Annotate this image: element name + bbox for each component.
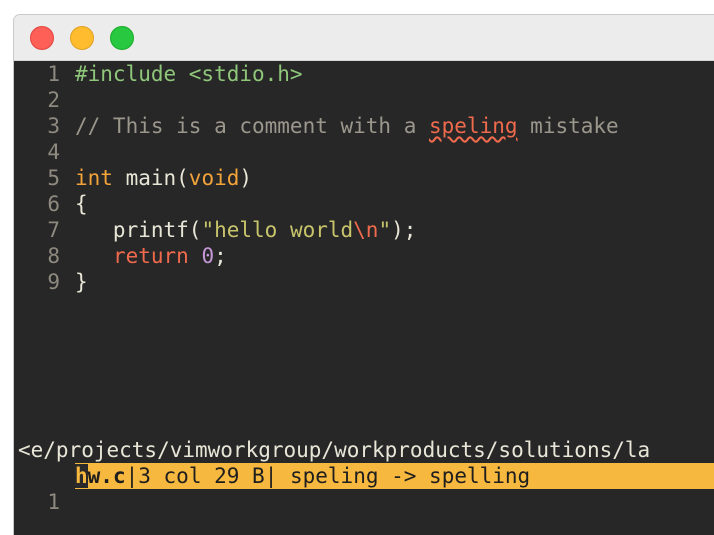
code-token: 0 — [201, 244, 215, 268]
status-line-number: 1 — [47, 490, 60, 514]
code-line[interactable]: 2 — [14, 87, 714, 113]
code-token: " — [378, 218, 392, 242]
code-token: return — [112, 244, 189, 268]
status-message: speling -> spelling — [277, 464, 531, 488]
line-number: 4 — [47, 140, 60, 164]
code-text: #include <stdio.h> — [75, 61, 303, 87]
line-number: 1 — [47, 62, 60, 86]
line-number: 3 — [47, 114, 60, 138]
code-text: } — [75, 269, 88, 295]
code-token: } — [75, 270, 88, 294]
code-token: \n — [353, 218, 379, 242]
code-text: // This is a comment with a speling mist… — [75, 113, 619, 139]
misspelled-word[interactable]: speling — [429, 114, 518, 138]
cursor: h — [75, 464, 88, 488]
line-number: 7 — [47, 218, 60, 242]
code-line[interactable]: 1 #include <stdio.h> — [14, 61, 714, 87]
line-number: 8 — [47, 244, 60, 268]
code-text: printf("hello world\n"); — [75, 217, 416, 243]
status-separator: | — [125, 464, 139, 488]
status-filename: w.c — [87, 464, 126, 488]
code-text: { — [75, 191, 88, 217]
minimize-button[interactable] — [70, 26, 94, 50]
code-token: { — [75, 192, 88, 216]
status-row: 1 hw.c|3 col 29 B| speling -> spelling — [14, 463, 714, 514]
code-token: int — [75, 166, 113, 190]
code-text: int main(void) — [75, 165, 252, 191]
code-line[interactable]: 9} — [14, 269, 714, 295]
status-separator: | — [264, 464, 278, 488]
code-token: ) — [239, 166, 253, 190]
maximize-button[interactable] — [110, 26, 134, 50]
code-line[interactable]: 5 int main(void) — [14, 165, 714, 191]
code-token: // This is a comment with a — [75, 114, 430, 138]
status-position: 3 col 29 B — [138, 464, 265, 488]
title-bar[interactable] — [14, 15, 714, 61]
line-number: 5 — [47, 166, 60, 190]
close-button[interactable] — [30, 26, 54, 50]
file-path-line: <e/projects/vimworkgroup/workproducts/so… — [18, 438, 651, 462]
status-bar: hw.c|3 col 29 B| speling -> spelling — [75, 463, 714, 489]
code-token: #include <stdio.h> — [75, 62, 303, 86]
code-token: void — [188, 166, 240, 190]
line-number: 9 — [47, 270, 60, 294]
code-line[interactable]: 6{ — [14, 191, 714, 217]
line-number: 2 — [47, 88, 60, 112]
terminal-content[interactable]: 1 #include <stdio.h> 2 3 // This is a commen… — [14, 61, 714, 535]
terminal-window: 1 #include <stdio.h> 2 3 // This is a commen… — [14, 15, 714, 535]
code-token: ; — [214, 244, 227, 268]
code-line[interactable]: 3 // This is a comment with a speling mis… — [14, 113, 714, 139]
code-line[interactable]: 4 — [14, 139, 714, 165]
code-text: return 0; — [75, 243, 227, 269]
code-token: printf( — [75, 218, 202, 242]
code-token: main( — [112, 166, 189, 190]
code-token: "hello world — [201, 218, 354, 242]
line-number: 6 — [47, 192, 60, 216]
code-line[interactable]: 7 printf("hello world\n"); — [14, 217, 714, 243]
code-token: ); — [391, 218, 417, 242]
code-line[interactable]: 8 return 0; — [14, 243, 714, 269]
code-token: mistake — [517, 114, 619, 138]
